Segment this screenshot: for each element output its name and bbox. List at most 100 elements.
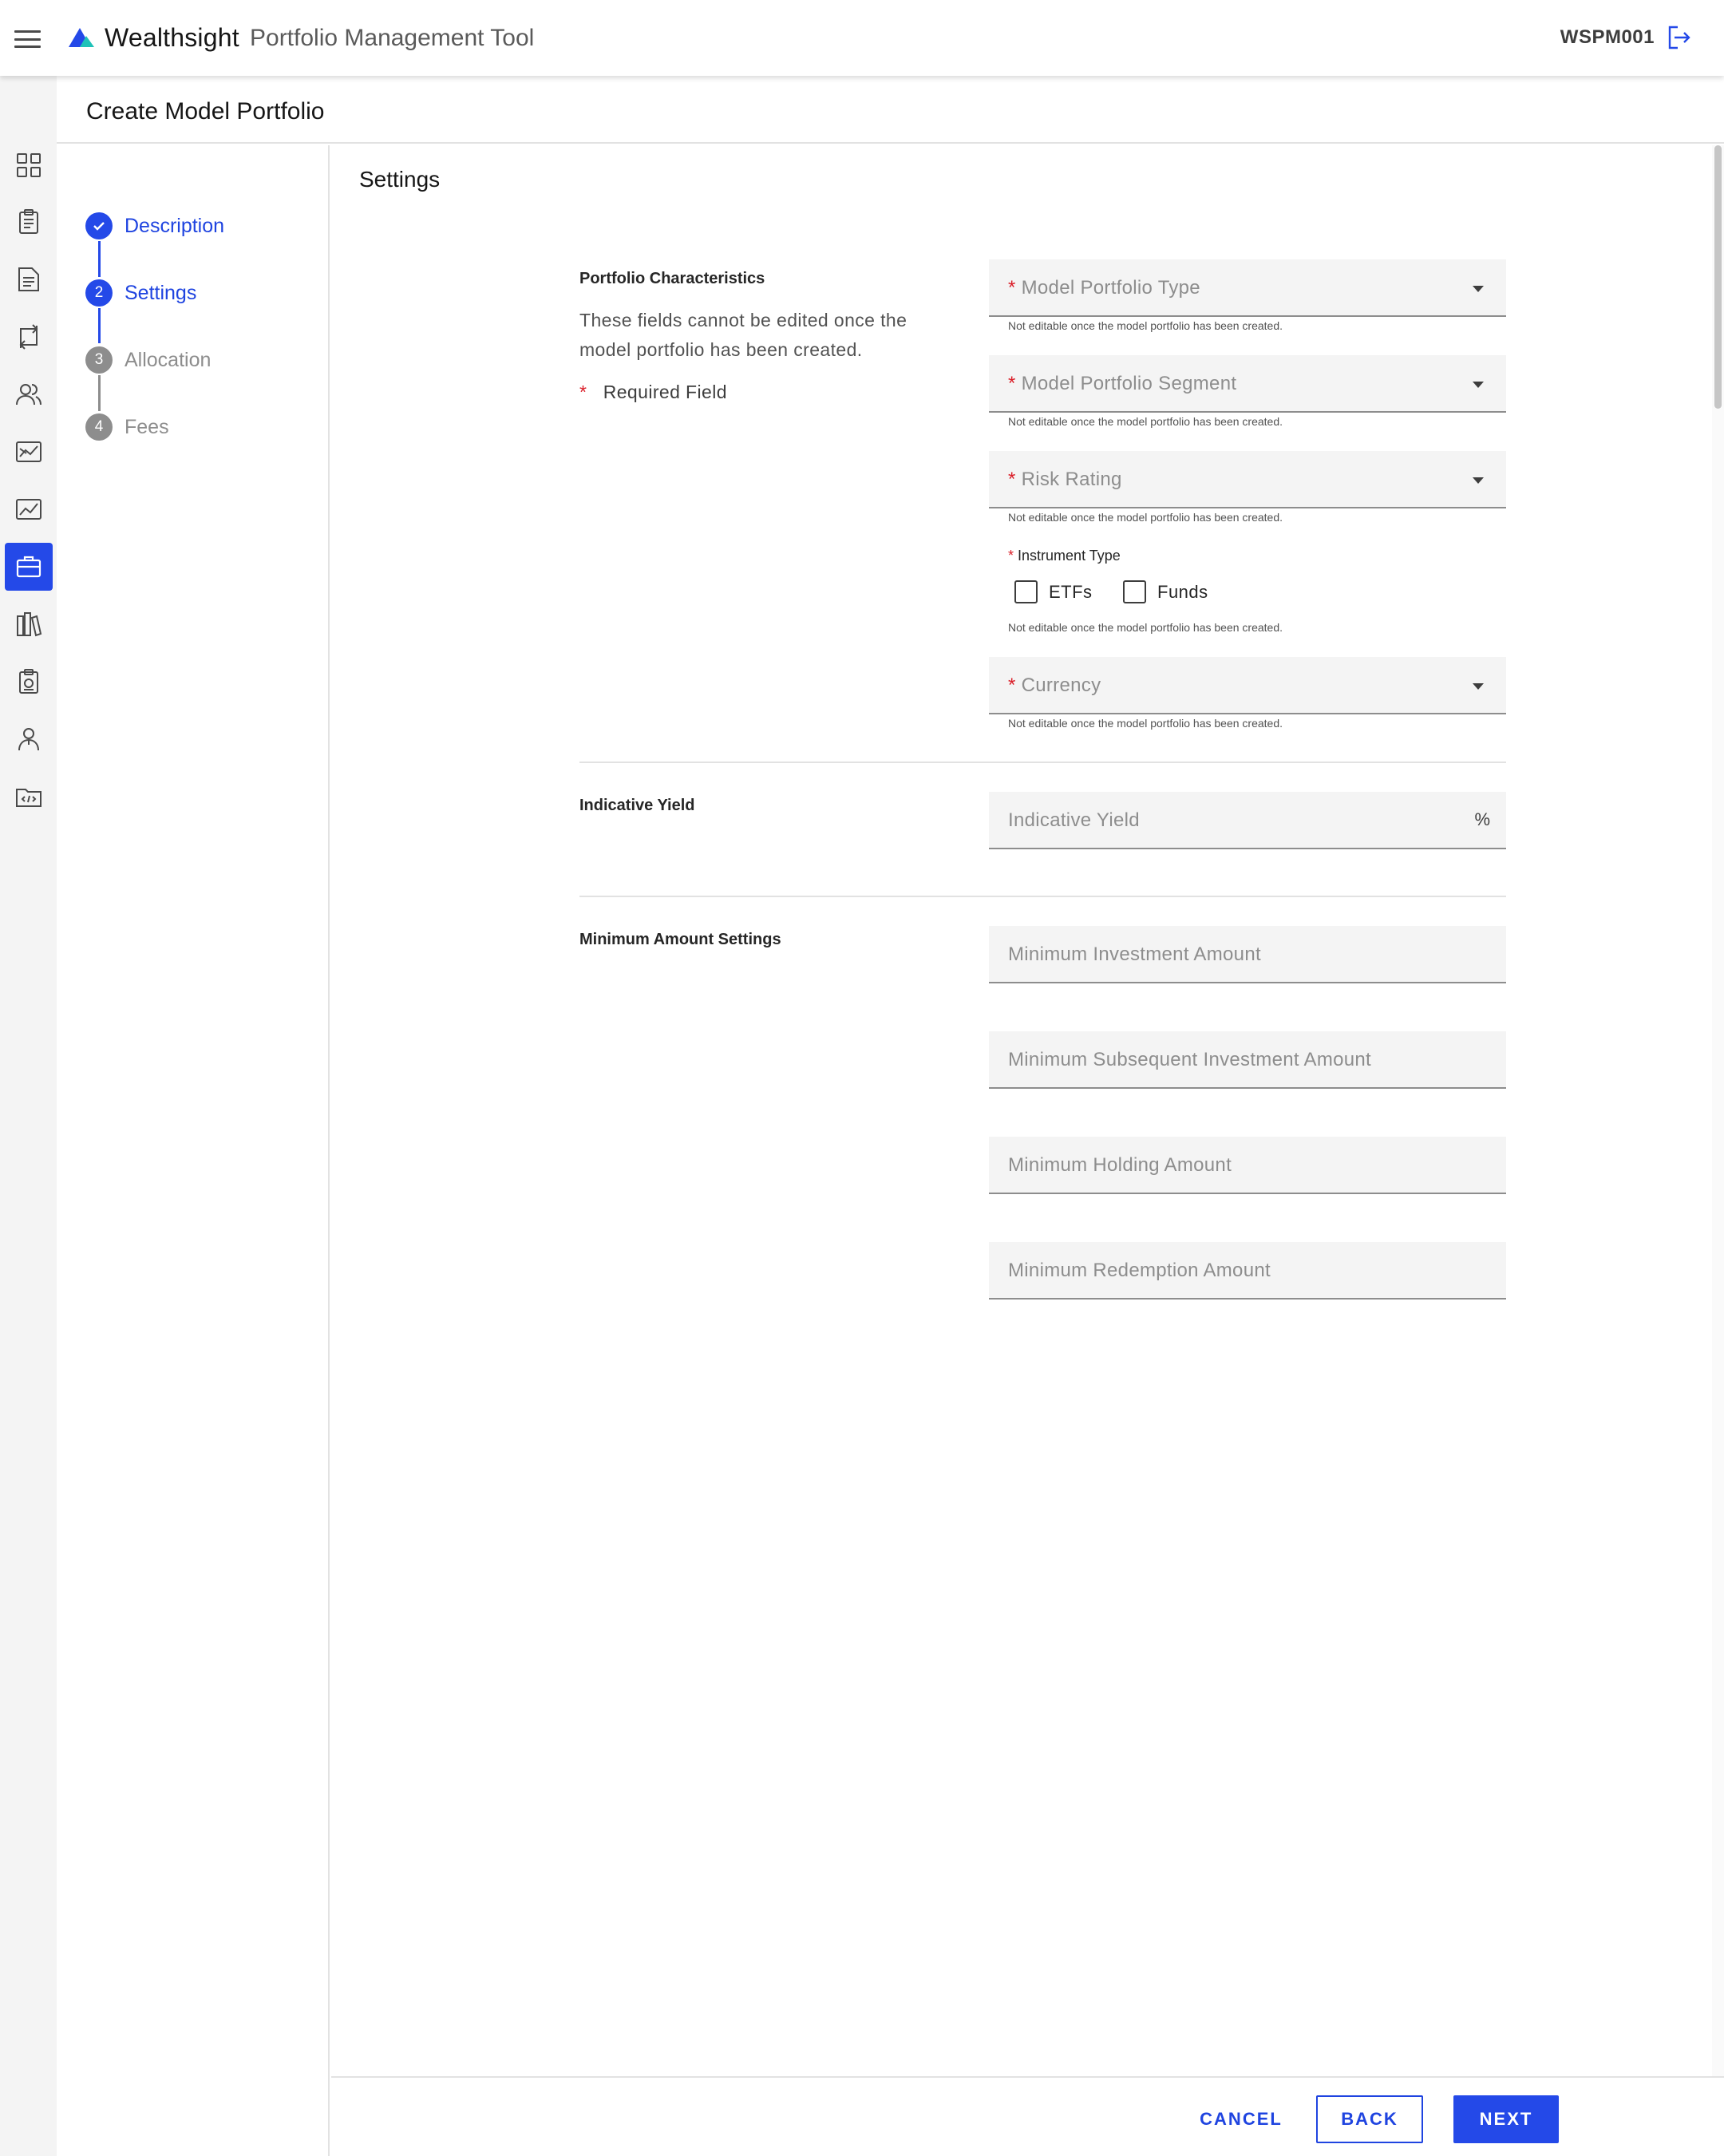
step-allocation[interactable]: 3 Allocation — [85, 344, 211, 376]
minimum-holding-amount-input[interactable]: Minimum Holding Amount — [989, 1137, 1506, 1194]
wizard-footer: CANCEL BACK NEXT — [331, 2076, 1724, 2156]
rail-item-settings-clipboard[interactable] — [5, 658, 53, 706]
library-icon — [17, 612, 42, 637]
clipboard-report-icon — [19, 209, 38, 234]
required-star: * — [1008, 373, 1016, 394]
rail-item-library[interactable] — [5, 600, 53, 648]
characteristics-note: These fields cannot be edited once the m… — [579, 310, 907, 360]
required-field-text: Required Field — [603, 382, 727, 402]
section-title: Settings — [359, 167, 441, 192]
caret-down-icon — [1473, 683, 1484, 690]
step-connector — [98, 308, 101, 343]
rail-item-model-portfolios[interactable] — [5, 543, 53, 591]
model-portfolio-type-select[interactable]: * Model Portfolio Type — [989, 259, 1506, 317]
rail-item-profile[interactable] — [5, 715, 53, 763]
dashboard-grid-icon — [17, 153, 41, 177]
step-settings[interactable]: 2 Settings — [85, 277, 196, 309]
input-placeholder: Minimum Subsequent Investment Amount — [1008, 1049, 1372, 1070]
caret-down-icon — [1473, 477, 1484, 484]
transfer-arrows-icon — [19, 324, 38, 350]
input-placeholder: Minimum Investment Amount — [1008, 943, 1261, 965]
rail-item-reports[interactable] — [5, 198, 53, 246]
portfolio-characteristics-label: Portfolio Characteristics — [579, 270, 765, 287]
indicative-yield-input[interactable]: Indicative Yield % — [989, 792, 1506, 849]
currency-select[interactable]: * Currency — [989, 657, 1506, 714]
required-star: * — [1008, 548, 1014, 564]
market-chart-icon — [16, 441, 42, 462]
step-label: Fees — [125, 415, 169, 438]
select-placeholder: Currency — [1021, 674, 1101, 696]
select-placeholder: Model Portfolio Type — [1021, 277, 1200, 299]
brand-name: Wealthsight — [105, 23, 239, 52]
checkbox-box[interactable] — [1123, 580, 1146, 603]
step-connector — [98, 375, 101, 411]
brand-logo-icon — [69, 28, 94, 47]
next-button[interactable]: NEXT — [1453, 2095, 1559, 2143]
brand-tool-name: Portfolio Management Tool — [250, 25, 535, 51]
rail-item-clients[interactable] — [5, 370, 53, 418]
wizard-stepper: Description 2 Settings 3 Allocation 4 Fe… — [57, 145, 330, 2156]
step-fees[interactable]: 4 Fees — [85, 411, 169, 443]
clipboard-gear-icon — [19, 669, 38, 694]
required-star: * — [1008, 277, 1016, 299]
user-code: WSPM001 — [1560, 26, 1655, 48]
input-placeholder: Indicative Yield — [1008, 809, 1140, 831]
select-placeholder: Model Portfolio Segment — [1021, 373, 1237, 394]
step-connector — [98, 241, 101, 277]
rail-item-dashboard[interactable] — [5, 141, 53, 189]
performance-chart-icon — [16, 499, 42, 520]
step-number: 3 — [85, 346, 113, 374]
instrument-type-text: Instrument Type — [1018, 548, 1121, 564]
hamburger-menu-icon[interactable] — [14, 30, 41, 48]
risk-rating-select[interactable]: * Risk Rating — [989, 451, 1506, 508]
cancel-button[interactable]: CANCEL — [1185, 2095, 1297, 2143]
step-description[interactable]: Description — [85, 210, 224, 242]
helper-text: Not editable once the model portfolio ha… — [1008, 415, 1283, 428]
checkbox-box[interactable] — [1014, 580, 1038, 603]
rail-item-performance[interactable] — [5, 485, 53, 533]
section-divider — [579, 896, 1506, 897]
minimum-subsequent-investment-amount-input[interactable]: Minimum Subsequent Investment Amount — [989, 1031, 1506, 1089]
step-number: 4 — [85, 413, 113, 441]
page-title: Create Model Portfolio — [86, 98, 325, 125]
funds-checkbox[interactable]: Funds — [1123, 580, 1208, 603]
settings-form: Settings Portfolio Characteristics These… — [331, 145, 1712, 2077]
user-profile-icon — [18, 728, 39, 751]
minimum-redemption-amount-input[interactable]: Minimum Redemption Amount — [989, 1242, 1506, 1300]
back-button[interactable]: BACK — [1316, 2095, 1423, 2143]
section-divider — [579, 762, 1506, 763]
page-header: Create Model Portfolio — [57, 76, 1724, 144]
helper-text: Not editable once the model portfolio ha… — [1008, 717, 1283, 730]
input-placeholder: Minimum Redemption Amount — [1008, 1260, 1271, 1281]
logout-icon[interactable] — [1665, 24, 1692, 51]
step-label: Allocation — [125, 348, 212, 371]
minimum-investment-amount-input[interactable]: Minimum Investment Amount — [989, 926, 1506, 983]
step-number: 2 — [85, 279, 113, 307]
instrument-type-label: * Instrument Type — [1008, 548, 1121, 564]
users-icon — [16, 384, 42, 405]
checkbox-label: ETFs — [1049, 581, 1093, 602]
briefcase-icon — [16, 556, 42, 578]
helper-text: Not editable once the model portfolio ha… — [1008, 511, 1283, 524]
percent-suffix: % — [1474, 809, 1490, 829]
rail-item-market[interactable] — [5, 428, 53, 476]
required-star: * — [1008, 674, 1016, 696]
top-bar: Wealthsight Portfolio Management Tool WS… — [0, 0, 1724, 76]
select-placeholder: Risk Rating — [1021, 469, 1122, 490]
check-icon — [85, 212, 113, 239]
required-field-legend: * Required Field — [579, 382, 727, 403]
rail-item-documents[interactable] — [5, 255, 53, 303]
rail-item-integrations[interactable] — [5, 773, 53, 821]
caret-down-icon — [1473, 382, 1484, 388]
etfs-checkbox[interactable]: ETFs — [1014, 580, 1093, 603]
model-portfolio-segment-select[interactable]: * Model Portfolio Segment — [989, 355, 1506, 413]
step-label: Settings — [125, 281, 197, 304]
scrollbar-thumb[interactable] — [1714, 145, 1722, 409]
input-placeholder: Minimum Holding Amount — [1008, 1154, 1232, 1176]
caret-down-icon — [1473, 286, 1484, 292]
step-label: Description — [125, 214, 225, 237]
helper-text: Not editable once the model portfolio ha… — [1008, 319, 1283, 332]
rail-item-transactions[interactable] — [5, 313, 53, 361]
checkbox-label: Funds — [1157, 581, 1208, 602]
vertical-scrollbar[interactable] — [1712, 145, 1724, 2077]
